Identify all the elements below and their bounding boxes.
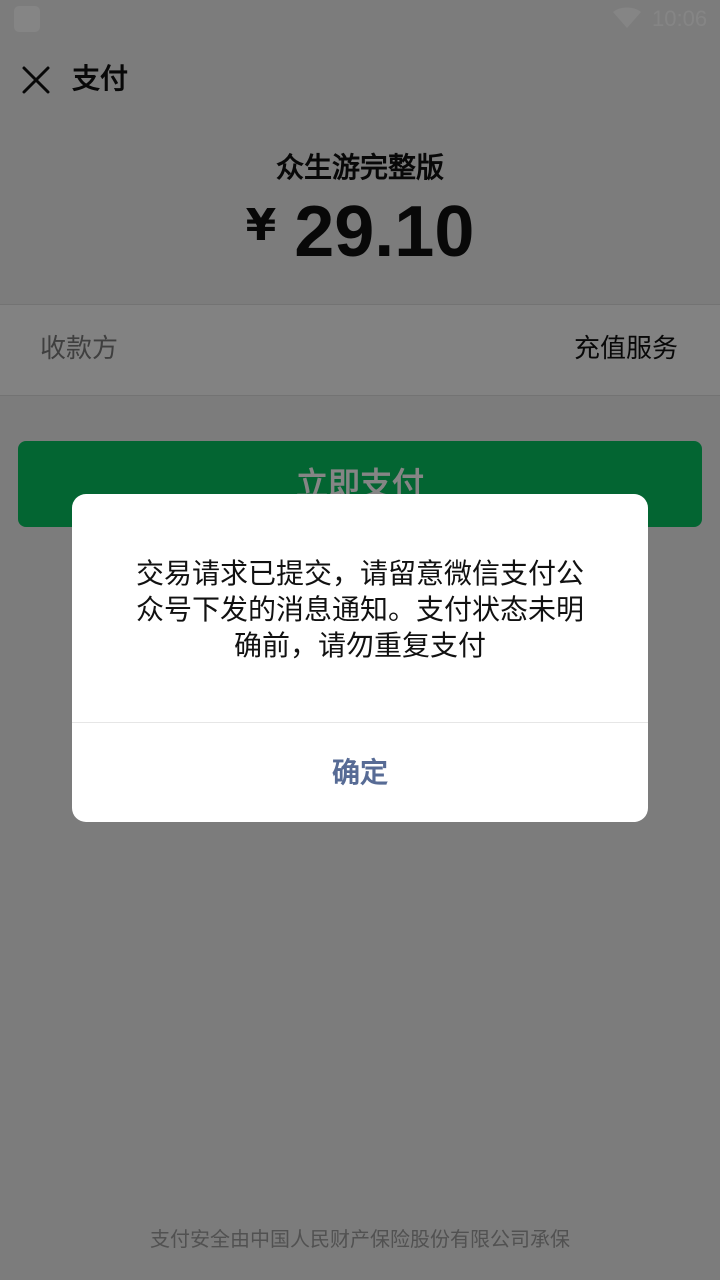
dialog-message-line: 确前，请勿重复支付: [233, 629, 486, 662]
dialog-message: 交易请求已提交，请留意微信支付公 众号下发的消息通知。支付状态未明 确前，请勿重…: [112, 556, 608, 664]
dialog-message-line: 交易请求已提交，请留意微信支付公: [135, 557, 584, 590]
confirmation-dialog: 交易请求已提交，请留意微信支付公 众号下发的消息通知。支付状态未明 确前，请勿重…: [72, 494, 648, 822]
confirm-button[interactable]: 确定: [72, 723, 648, 822]
dialog-message-line: 众号下发的消息通知。支付状态未明: [135, 593, 584, 626]
